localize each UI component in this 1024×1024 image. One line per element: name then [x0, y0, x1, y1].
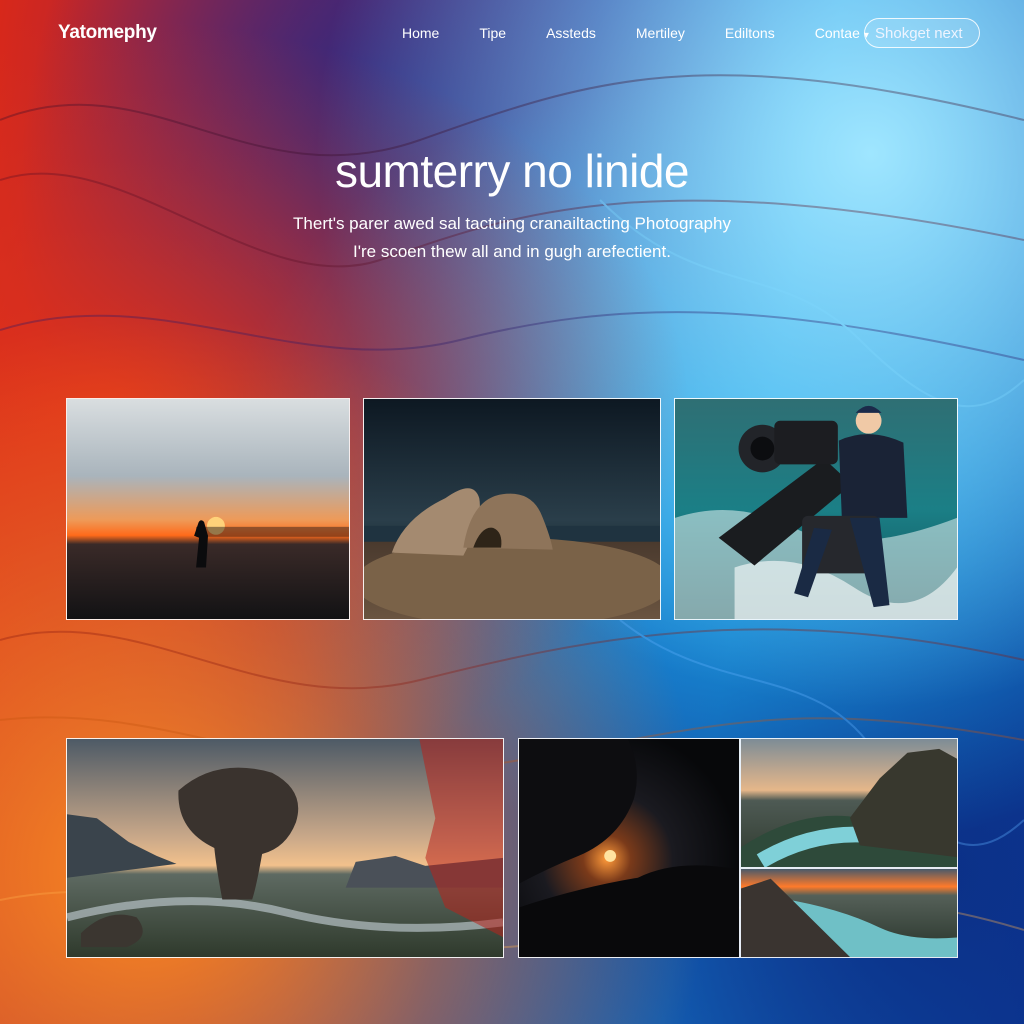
sunset-silhouette-photo-icon — [67, 399, 349, 619]
search-input[interactable] — [864, 18, 980, 48]
gallery-photo-boulder-beach[interactable] — [363, 398, 661, 620]
boulder-beach-photo-icon — [364, 399, 660, 619]
hero-title: sumterry no linide — [334, 145, 690, 197]
dark-rock-sunset-photo-icon — [519, 739, 739, 957]
hero-subtitle-line-2: I're scoen thew all and in gugh arefecti… — [353, 242, 671, 261]
gallery-photo-photographer-camera[interactable] — [674, 398, 958, 620]
hero-subtitle-line-1: Thert's parer awed sal tactuing cranailt… — [293, 214, 731, 233]
river-cliff-photo-icon — [741, 739, 957, 867]
gallery-photo-river-valley-sunset[interactable] — [740, 868, 958, 958]
river-valley-sunset-photo-icon — [741, 869, 957, 957]
nav-link-tipe[interactable]: Tipe — [479, 25, 506, 41]
nav-link-contae-label: Contae — [814, 25, 860, 41]
top-navigation: Yatomephy Home Tipe Assteds Mertiley Edi… — [0, 0, 1024, 66]
brand-logo[interactable]: Yatomephy — [58, 22, 157, 44]
gallery-photo-dark-rock-sunset[interactable] — [518, 738, 740, 958]
nav-links: Home Tipe Assteds Mertiley Ediltons Cont… — [402, 25, 909, 41]
nav-link-ediltons[interactable]: Ediltons — [725, 25, 775, 41]
gallery-photo-sunset-silhouette[interactable] — [66, 398, 350, 620]
nav-link-mertiley[interactable]: Mertiley — [636, 25, 685, 41]
gallery-photo-river-cliff[interactable] — [740, 738, 958, 868]
gallery-photo-balanced-rock[interactable] — [66, 738, 504, 958]
balanced-rock-landscape-photo-icon — [67, 739, 503, 957]
nav-link-home[interactable]: Home — [402, 25, 439, 41]
nav-link-assteds[interactable]: Assteds — [546, 25, 596, 41]
photographer-camera-waves-photo-icon — [675, 399, 957, 619]
nav-link-contae[interactable]: Contae ▾ — [815, 25, 869, 41]
